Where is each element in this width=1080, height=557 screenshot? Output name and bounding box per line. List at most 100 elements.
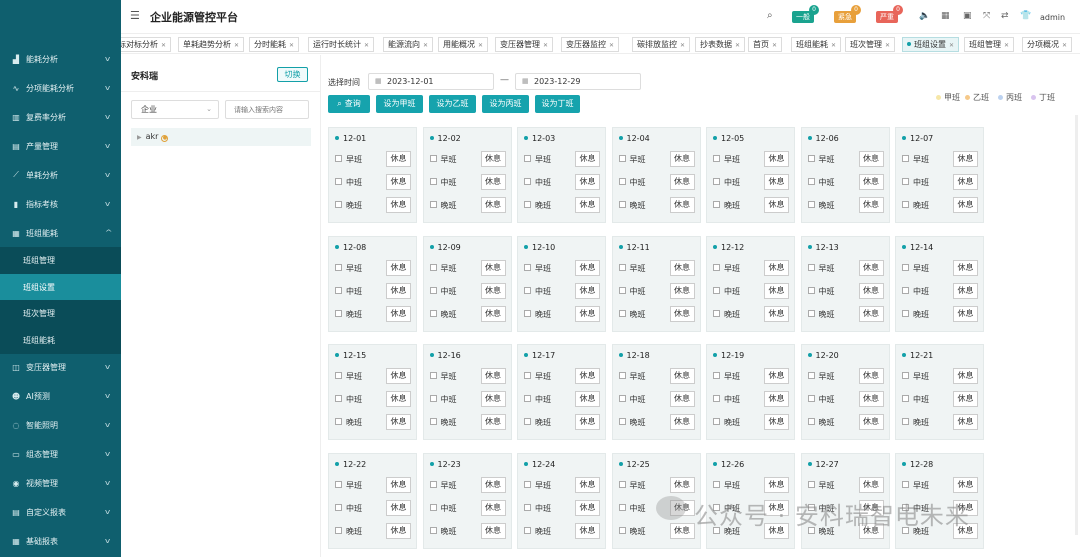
org-type-select[interactable]: 企业 ⌄: [131, 100, 219, 119]
close-icon[interactable]: ✕: [1004, 42, 1009, 49]
shift-checkbox[interactable]: [524, 526, 531, 534]
action-button-2[interactable]: 设为乙班: [429, 95, 476, 113]
action-button-1[interactable]: 设为甲班: [376, 95, 423, 113]
shift-checkbox[interactable]: [618, 372, 626, 379]
rest-button[interactable]: 休息: [764, 391, 789, 407]
sidebar-item[interactable]: ▥ 复费率分析 v: [0, 104, 121, 130]
shift-checkbox[interactable]: [335, 263, 342, 271]
translate-icon[interactable]: ⇄: [1001, 11, 1009, 21]
fullscreen-icon[interactable]: ⤧: [983, 11, 990, 21]
mute-icon[interactable]: 🔈: [919, 11, 930, 21]
sidebar-item[interactable]: ▤ 自定义报表 v: [0, 499, 121, 525]
rest-button[interactable]: 休息: [480, 414, 506, 430]
shift-checkbox[interactable]: [807, 395, 815, 402]
rest-button[interactable]: 休息: [386, 499, 411, 516]
shift-checkbox[interactable]: [618, 503, 626, 511]
rest-button[interactable]: 休息: [480, 391, 506, 407]
rest-button[interactable]: 休息: [764, 151, 789, 167]
tab-14[interactable]: 班组管理 ✕: [964, 37, 1015, 52]
shift-checkbox[interactable]: [902, 178, 909, 185]
rest-button[interactable]: 休息: [764, 305, 789, 322]
tab-5[interactable]: 用能概况 ✕: [438, 37, 489, 52]
close-icon[interactable]: ✕: [543, 42, 548, 49]
shift-checkbox[interactable]: [807, 286, 815, 294]
rest-button[interactable]: 休息: [953, 151, 978, 167]
shift-checkbox[interactable]: [524, 178, 531, 185]
shift-checkbox[interactable]: [807, 372, 815, 379]
rest-button[interactable]: 休息: [953, 368, 978, 384]
rest-button[interactable]: 休息: [764, 197, 789, 213]
tab-9[interactable]: 抄表数据 ✕: [695, 37, 746, 52]
shift-checkbox[interactable]: [713, 178, 720, 185]
end-date-picker[interactable]: ▦ 2023-12-29: [515, 73, 641, 90]
shift-checkbox[interactable]: [902, 263, 909, 271]
close-icon[interactable]: ✕: [364, 42, 369, 49]
tab-2[interactable]: 分时能耗 ✕: [249, 37, 300, 52]
rest-button[interactable]: 休息: [858, 197, 884, 213]
sidebar-item[interactable]: ▮ 指标考核 v: [0, 191, 121, 217]
rest-button[interactable]: 休息: [480, 259, 506, 276]
alert-0-button[interactable]: 一般 0: [792, 5, 819, 23]
close-icon[interactable]: ✕: [680, 42, 685, 49]
shift-checkbox[interactable]: [524, 372, 531, 379]
image-icon[interactable]: ▣: [963, 11, 972, 21]
rest-button[interactable]: 休息: [575, 305, 600, 322]
rest-button[interactable]: 休息: [575, 151, 600, 167]
rest-button[interactable]: 休息: [575, 197, 600, 213]
sidebar-subitem[interactable]: 班组设置: [0, 274, 121, 301]
tab-15[interactable]: 分项概况 ✕: [1022, 37, 1073, 52]
shift-checkbox[interactable]: [902, 309, 909, 317]
rest-button[interactable]: 休息: [858, 391, 884, 407]
sidebar-item[interactable]: ∿ 分项能耗分析 v: [0, 75, 121, 101]
rest-button[interactable]: 休息: [669, 368, 695, 384]
shift-checkbox[interactable]: [713, 155, 720, 162]
shift-checkbox[interactable]: [524, 503, 531, 511]
shift-checkbox[interactable]: [335, 395, 342, 402]
rest-button[interactable]: 休息: [953, 305, 978, 322]
rest-button[interactable]: 休息: [764, 174, 789, 190]
user-name[interactable]: admin: [1040, 13, 1065, 22]
shift-checkbox[interactable]: [618, 480, 626, 488]
shift-checkbox[interactable]: [429, 263, 437, 271]
rest-button[interactable]: 休息: [386, 476, 411, 493]
rest-button[interactable]: 休息: [480, 522, 506, 539]
start-date-picker[interactable]: ▦ 2023-12-01: [368, 73, 494, 90]
sidebar-item[interactable]: ▦ 班组能耗 ^: [0, 220, 121, 246]
shift-checkbox[interactable]: [429, 480, 437, 488]
menu-toggle-icon[interactable]: ☰: [130, 9, 140, 22]
sidebar-subitem[interactable]: 班组管理: [0, 247, 121, 274]
close-icon[interactable]: ✕: [949, 42, 954, 49]
shift-checkbox[interactable]: [429, 286, 437, 294]
shift-checkbox[interactable]: [807, 263, 815, 271]
shift-checkbox[interactable]: [524, 286, 531, 294]
rest-button[interactable]: 休息: [764, 414, 789, 430]
scrollbar[interactable]: [1075, 115, 1078, 535]
shift-checkbox[interactable]: [807, 155, 815, 162]
shift-checkbox[interactable]: [429, 372, 437, 379]
shift-checkbox[interactable]: [429, 503, 437, 511]
sidebar-item[interactable]: ◫ 变压器管理 v: [0, 354, 121, 380]
rest-button[interactable]: 休息: [575, 499, 600, 516]
shift-checkbox[interactable]: [335, 372, 342, 379]
rest-button[interactable]: 休息: [669, 151, 695, 167]
shift-checkbox[interactable]: [902, 418, 909, 425]
action-button-0[interactable]: ⌕ 查询: [328, 95, 370, 113]
shift-checkbox[interactable]: [335, 526, 342, 534]
tab-6[interactable]: 变压器管理 ✕: [495, 37, 554, 52]
rest-button[interactable]: 休息: [669, 174, 695, 190]
rest-button[interactable]: 休息: [858, 259, 884, 276]
shift-checkbox[interactable]: [618, 201, 626, 208]
shift-checkbox[interactable]: [429, 395, 437, 402]
rest-button[interactable]: 休息: [858, 305, 884, 322]
rest-button[interactable]: 休息: [386, 282, 411, 299]
close-icon[interactable]: ✕: [831, 42, 836, 49]
close-icon[interactable]: ✕: [234, 42, 239, 49]
rest-button[interactable]: 休息: [386, 414, 411, 430]
rest-button[interactable]: 休息: [575, 476, 600, 493]
rest-button[interactable]: 休息: [669, 259, 695, 276]
rest-button[interactable]: 休息: [953, 259, 978, 276]
shift-checkbox[interactable]: [713, 309, 720, 317]
rest-button[interactable]: 休息: [764, 282, 789, 299]
shift-checkbox[interactable]: [618, 395, 626, 402]
rest-button[interactable]: 休息: [858, 174, 884, 190]
